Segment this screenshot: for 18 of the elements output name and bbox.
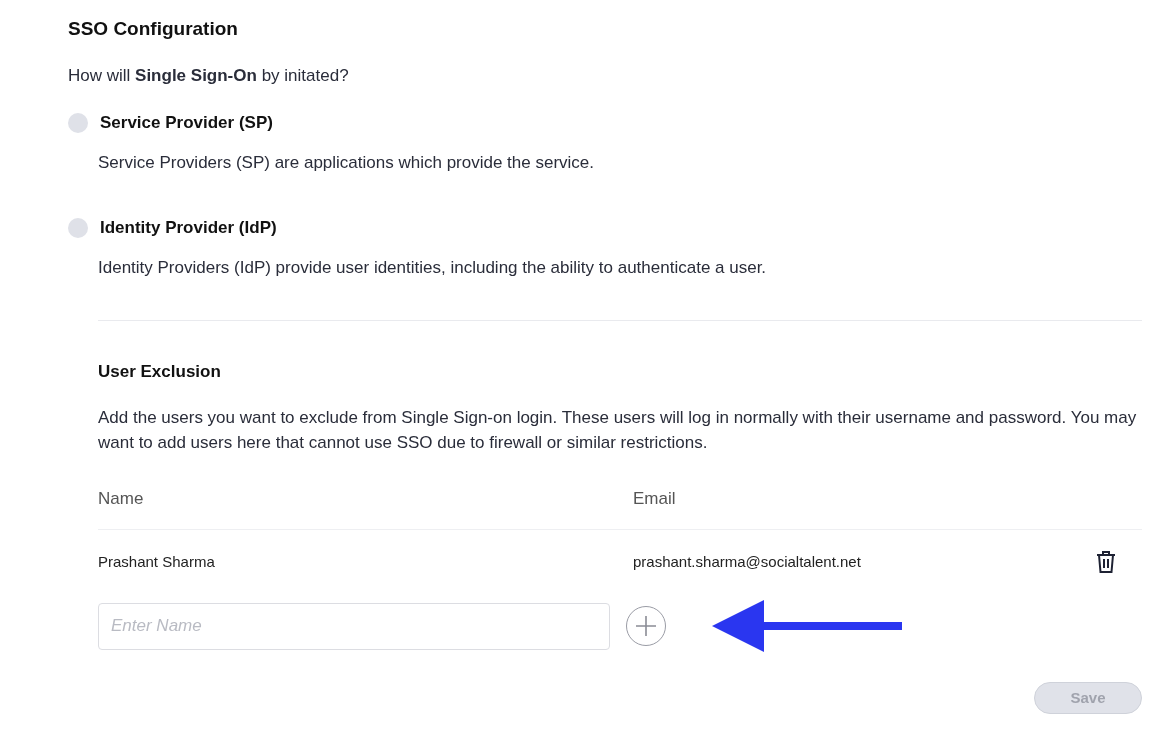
- plus-icon: [635, 615, 657, 638]
- option-label: Identity Provider (IdP): [100, 217, 277, 240]
- option-label: Service Provider (SP): [100, 112, 273, 135]
- add-button[interactable]: [626, 606, 666, 647]
- option-description: Service Providers (SP) are applications which provide the service.: [98, 151, 596, 174]
- section-description: Add the users you want to exclude from Single Sign-on login. These users will log in normally with their username and password. You may want to add users here that cannot use SSO due to firewall or similar restrictions.: [98, 406, 1138, 455]
- column-header: Name: [98, 487, 145, 510]
- column-header: Email: [633, 487, 676, 510]
- name-input-field[interactable]: Enter Name: [98, 602, 610, 650]
- option-description: Identity Providers (IdP) provide user identities, including the ability to authenticate a user.: [98, 256, 768, 279]
- trash-icon[interactable]: [1096, 550, 1116, 575]
- section-title: User Exclusion: [98, 361, 222, 384]
- table-cell-text: prashant.sharma@socialtalent.net: [633, 552, 862, 573]
- radio-button[interactable]: [68, 113, 88, 134]
- radio-button[interactable]: [68, 218, 88, 239]
- table-cell-text: Prashant Sharma: [98, 552, 216, 573]
- page-title: SSO Configuration: [68, 18, 239, 41]
- question-text: How will Single Sign-On by initated?: [68, 64, 350, 87]
